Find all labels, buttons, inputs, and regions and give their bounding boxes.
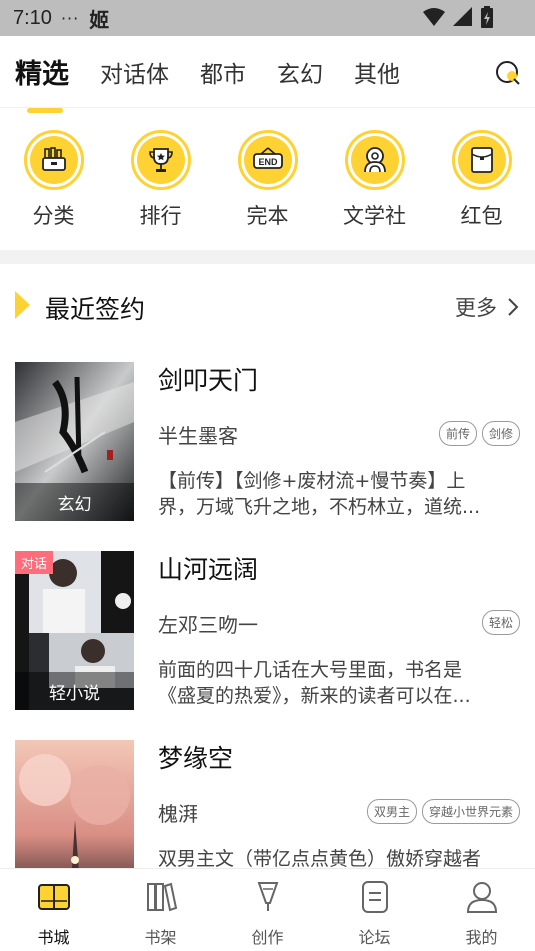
- end-sign-icon: END: [243, 136, 292, 184]
- notification-dots: ···: [60, 8, 80, 28]
- bookshelf-icon: [146, 882, 177, 912]
- app-notification-icon: 姬: [89, 7, 110, 32]
- quick-entry-red-packet-label: 红包: [460, 204, 503, 228]
- battery-icon: [481, 6, 493, 28]
- quick-entry-red-packet-circle: [451, 130, 512, 190]
- red-packet-icon: [457, 136, 506, 184]
- book-title: 山河远阔: [158, 555, 259, 584]
- quick-entry-category-circle: [23, 130, 84, 190]
- nav-forum[interactable]: 论坛: [330, 869, 420, 951]
- trophy-icon: [136, 136, 185, 184]
- quick-entry-literature-club-label: 文学社: [343, 204, 406, 228]
- description-line: 前面的四十几话在大号里面，书名是: [158, 659, 463, 681]
- quick-entry-literature-club-circle: [344, 130, 405, 190]
- search-icon[interactable]: [495, 60, 521, 86]
- book-author: 半生墨客: [158, 424, 238, 448]
- book-item[interactable]: 玄幻 剑叩天门 半生墨客 前传 剑修 【前传】【剑修+废材流+慢节奏】上 界，万…: [0, 348, 535, 537]
- section-divider: [0, 250, 535, 264]
- cover-genre-label: 轻小说: [15, 672, 134, 710]
- nav-label: 书架: [144, 928, 177, 947]
- section-marker-icon: [15, 291, 30, 319]
- chevron-right-icon: [508, 298, 519, 316]
- quick-entry-ranking-label: 排行: [139, 204, 182, 228]
- tab-dialogue[interactable]: 对话体: [100, 55, 169, 89]
- top-category-tabs: 精选 对话体 都市 玄幻 其他: [0, 36, 535, 113]
- more-button[interactable]: 更多: [455, 292, 519, 322]
- status-icons: [423, 6, 493, 28]
- bookstore-icon: [37, 884, 70, 910]
- nav-label: 书城: [37, 928, 70, 947]
- book-description: 前面的四十几话在大号里面，书名是 《盛夏的热爱》，新来的读者可以在...: [158, 657, 518, 709]
- bottom-navigation: 书城 书架 创作 论坛 我的: [0, 868, 535, 951]
- book-author: 槐湃: [158, 802, 198, 826]
- book-title: 剑叩天门: [158, 366, 259, 395]
- tag: 前传: [438, 421, 477, 446]
- cover-genre-label: 玄幻: [15, 483, 134, 521]
- category-basket-icon: [29, 136, 78, 184]
- quick-entry-ranking-circle: [130, 130, 191, 190]
- quick-entry-completed[interactable]: END 完本: [218, 108, 318, 250]
- tag: 轻松: [481, 610, 520, 635]
- book-tags: 前传 剑修: [438, 421, 520, 446]
- status-bar: 7:10 ··· 姬: [0, 0, 535, 36]
- quick-entry-completed-circle: END: [237, 130, 298, 190]
- nav-profile[interactable]: 我的: [437, 869, 527, 951]
- tag: 双男主: [366, 799, 417, 824]
- book-cover: 对话 轻小说: [15, 551, 134, 710]
- tab-other[interactable]: 其他: [354, 55, 400, 89]
- book-tags: 双男主 穿越小世界元素: [366, 799, 520, 824]
- profile-icon: [466, 882, 497, 913]
- tab-urban[interactable]: 都市: [200, 55, 246, 89]
- write-pen-icon: [257, 882, 278, 911]
- quick-entry-row: 分类 排行 END 完本 文学社 红包: [0, 108, 535, 250]
- nav-label: 论坛: [358, 928, 391, 947]
- book-title: 梦缘空: [158, 744, 234, 773]
- book-author: 左邓三吻一: [158, 613, 258, 637]
- more-label: 更多: [455, 296, 497, 320]
- nav-label: 创作: [251, 928, 284, 947]
- tab-fantasy[interactable]: 玄幻: [277, 55, 323, 89]
- tag: 穿越小世界元素: [421, 799, 520, 824]
- book-tags: 轻松: [481, 610, 520, 635]
- quick-entry-completed-label: 完本: [246, 204, 289, 228]
- quick-entry-category[interactable]: 分类: [4, 108, 104, 250]
- quick-entry-category-label: 分类: [32, 204, 75, 228]
- description-line: 界，万域飞升之地，不朽林立，道统...: [158, 496, 481, 518]
- wifi-icon: [423, 8, 445, 26]
- description-line: 《盛夏的热爱》，新来的读者可以在...: [158, 685, 471, 707]
- quick-entry-ranking[interactable]: 排行: [111, 108, 211, 250]
- recent-signed-header: 最近签约 更多: [0, 264, 535, 348]
- quick-entry-red-packet[interactable]: 红包: [432, 108, 532, 250]
- nav-bookshelf[interactable]: 书架: [116, 869, 206, 951]
- nav-create[interactable]: 创作: [223, 869, 313, 951]
- tab-featured[interactable]: 精选: [15, 52, 69, 113]
- section-title: 最近签约: [45, 295, 146, 324]
- dialogue-badge: 对话: [15, 551, 54, 574]
- description-line: 【前传】【剑修+废材流+慢节奏】上: [158, 470, 466, 492]
- quick-entry-literature-club[interactable]: 文学社: [325, 108, 425, 250]
- nav-label: 我的: [465, 928, 498, 947]
- book-description: 【前传】【剑修+废材流+慢节奏】上 界，万域飞升之地，不朽林立，道统...: [158, 468, 518, 520]
- book-item[interactable]: 对话 轻小说 山河远阔 左邓三吻一 轻松 前面的四十几话在大号里面，书名是 《盛…: [0, 537, 535, 726]
- nav-bookstore[interactable]: 书城: [9, 869, 99, 951]
- community-people-icon: [350, 136, 399, 184]
- svg-text:END: END: [258, 157, 278, 167]
- status-time: 7:10: [13, 6, 52, 29]
- forum-icon: [361, 881, 388, 913]
- book-cover: 玄幻: [15, 362, 134, 521]
- signal-icon: [453, 7, 472, 26]
- book-list: 玄幻 剑叩天门 半生墨客 前传 剑修 【前传】【剑修+废材流+慢节奏】上 界，万…: [0, 348, 535, 915]
- tag: 剑修: [481, 421, 520, 446]
